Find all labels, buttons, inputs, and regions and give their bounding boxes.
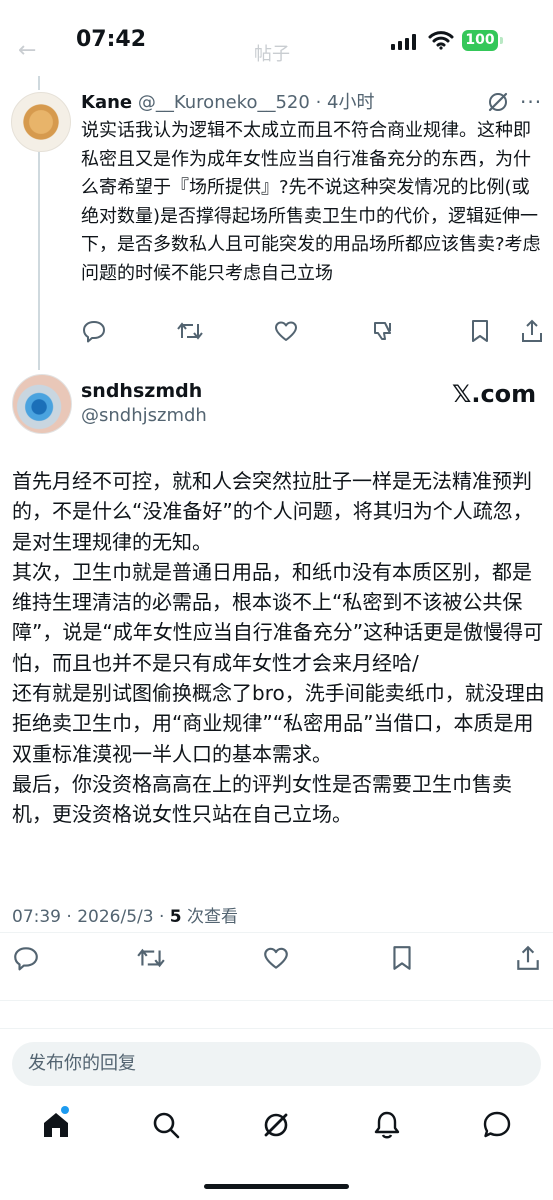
- author-handle[interactable]: @sndhjszmdh: [81, 405, 207, 426]
- author-name[interactable]: sndhszmdh: [81, 380, 202, 402]
- author-handle[interactable]: @__Kuroneko__520: [138, 92, 310, 113]
- views-count[interactable]: 5: [170, 907, 182, 927]
- dislike-icon[interactable]: [370, 318, 396, 344]
- notification-dot: [61, 1106, 69, 1114]
- status-time: 07:42: [76, 27, 147, 52]
- post-paragraph: 还有就是别试图偷换概念了bro，洗手间能卖纸巾，就没理由拒绝卖卫生巾，用“商业规…: [12, 681, 545, 766]
- status-bar: ← 帖子 07:42 100: [0, 0, 553, 80]
- reply-icon[interactable]: [12, 944, 40, 972]
- bookmark-icon[interactable]: [388, 944, 416, 972]
- post-meta: 07:39 · 2026/5/3 · 5 次查看: [12, 902, 238, 927]
- reply-text: 说实话我认为逻辑不太成立而且不符合商业规律。这种即私密且又是作为成年女性应当自行…: [81, 120, 541, 284]
- reply-action-bar: [81, 318, 545, 346]
- back-icon[interactable]: ←: [18, 38, 36, 63]
- cellular-signal-icon: [391, 34, 417, 50]
- grok-icon[interactable]: [486, 90, 510, 114]
- more-options-icon[interactable]: ···: [520, 90, 542, 114]
- reply-input[interactable]: 发布你的回复: [12, 1042, 541, 1086]
- grok-icon[interactable]: [261, 1110, 291, 1140]
- post-time: 4小时: [327, 92, 375, 113]
- page-title: 帖子: [254, 44, 290, 65]
- post-action-bar: [0, 944, 553, 972]
- notifications-icon[interactable]: [372, 1110, 402, 1140]
- retweet-icon[interactable]: [176, 318, 204, 344]
- x-watermark: 𝕏.com: [452, 380, 537, 408]
- bookmark-icon[interactable]: [467, 318, 493, 344]
- home-icon[interactable]: [41, 1110, 71, 1140]
- divider: [0, 1028, 553, 1029]
- like-icon[interactable]: [273, 318, 299, 344]
- divider: [0, 932, 553, 933]
- search-icon[interactable]: [151, 1110, 181, 1140]
- post-paragraph: 首先月经不可控，就和人会突然拉肚子一样是无法精准预判的，不是什么“没准备好”的个…: [12, 469, 533, 554]
- avatar[interactable]: [12, 374, 72, 434]
- thread-line: [38, 152, 40, 370]
- reply-icon[interactable]: [81, 318, 107, 344]
- wifi-icon: [428, 30, 454, 50]
- post-timestamp: 07:39 · 2026/5/3 ·: [12, 907, 170, 927]
- post-body: 首先月经不可控，就和人会突然拉肚子一样是无法精准预判的，不是什么“没准备好”的个…: [12, 466, 547, 830]
- reply-author-row[interactable]: Kane @__Kuroneko__520 · 4小时: [81, 88, 374, 114]
- post-paragraph: 其次，卫生巾就是普通日用品，和纸巾没有本质区别，都是维持生理清洁的必需品，根本谈…: [12, 559, 544, 675]
- views-label: 次查看: [181, 907, 239, 927]
- post-paragraph: 最后，你没资格高高在上的评判女性是否需要卫生巾售卖机，更没资格说女性只站在自己立…: [12, 771, 512, 827]
- avatar[interactable]: [11, 92, 71, 152]
- battery-indicator: 100: [462, 30, 498, 51]
- meta-separator: ·: [315, 92, 322, 113]
- share-icon[interactable]: [514, 944, 542, 972]
- messages-icon[interactable]: [482, 1110, 512, 1140]
- divider: [0, 1000, 553, 1001]
- retweet-icon[interactable]: [136, 944, 166, 972]
- home-indicator: [204, 1184, 349, 1189]
- battery-tip: [500, 37, 503, 44]
- bottom-nav: [0, 1106, 553, 1146]
- like-icon[interactable]: [262, 944, 290, 972]
- author-name[interactable]: Kane: [81, 92, 132, 113]
- share-icon[interactable]: [519, 318, 545, 344]
- thread-line: [38, 76, 40, 90]
